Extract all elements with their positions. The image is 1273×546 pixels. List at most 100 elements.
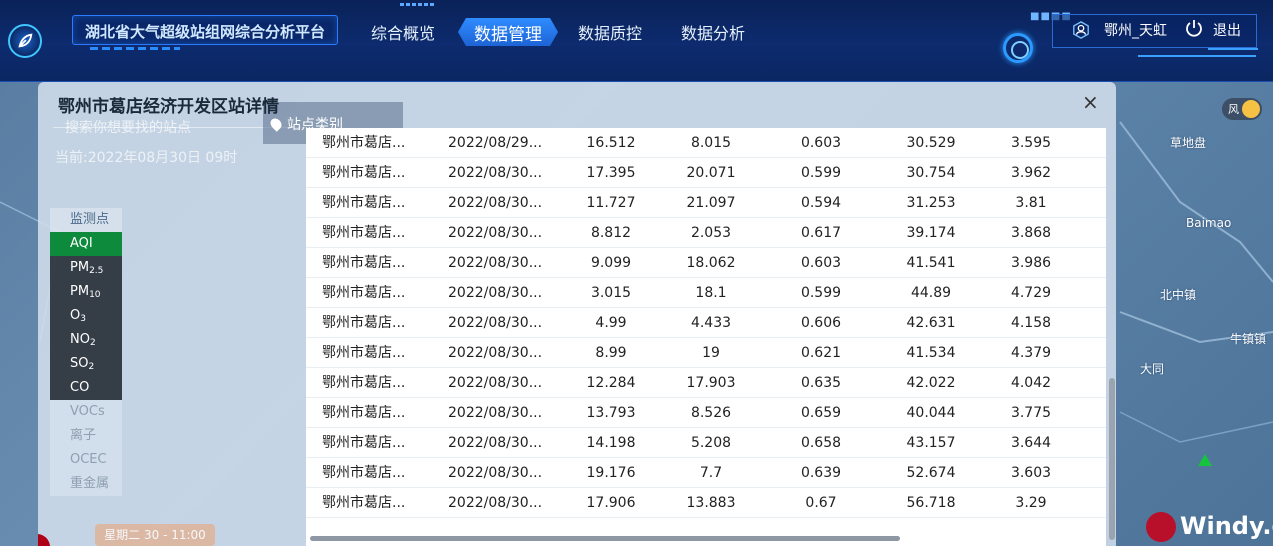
nav-data-management[interactable]: 数据管理	[458, 18, 558, 46]
close-icon[interactable]: ×	[1082, 92, 1099, 112]
current-time: 当前:2022年08月30日 09时	[55, 150, 238, 166]
table-cell: 2022/08/29...	[448, 135, 543, 151]
table-cell: 14.198	[586, 435, 636, 451]
table-cell: 鄂州市葛店...	[322, 495, 406, 511]
table-cell: 2022/08/30...	[448, 405, 543, 421]
table-row[interactable]: 鄂州市葛店... 2022/08/30... 19.176 7.7 0.639 52.67…	[306, 458, 1106, 488]
top-header: 湖北省大气超级站组网综合分析平台 综合概览 数据管理 数据质控 数据分析 ■■■…	[0, 0, 1273, 82]
table-row[interactable]: 鄂州市葛店... 2022/08/30... 12.284 17.903 0.635 42…	[306, 368, 1106, 398]
table-cell: 2022/08/30...	[448, 375, 543, 391]
table-cell: 13.793	[586, 405, 636, 421]
table-cell: 0.606	[800, 315, 842, 331]
table-row[interactable]: 鄂州市葛店... 2022/08/30... 17.906 13.883 0.67 56.…	[306, 488, 1106, 518]
table-cell: 2022/08/30...	[448, 255, 543, 271]
location-pin-icon	[268, 116, 284, 132]
table-cell: 3.986	[1010, 255, 1052, 271]
table-cell: 7.7	[699, 465, 723, 481]
logout-button[interactable]: 退出	[1213, 20, 1241, 40]
table-row[interactable]: 鄂州市葛店... 2022/08/30... 17.395 20.071 0.599 30…	[306, 158, 1106, 188]
legend-item-so2[interactable]: SO2	[50, 352, 122, 376]
table-cell: 19.176	[586, 465, 636, 481]
table-cell: 40.044	[906, 405, 956, 421]
legend-item-no2[interactable]: NO2	[50, 328, 122, 352]
table-cell: 31.253	[906, 195, 956, 211]
table-row[interactable]: 鄂州市葛店... 2022/08/30... 11.727 21.097 0.594 31…	[306, 188, 1106, 218]
table-cell: 20.071	[686, 165, 736, 181]
map-label: 草地盘	[1170, 136, 1207, 150]
table-row[interactable]: 鄂州市葛店... 2022/08/30... 8.99 19 0.621 41.534 4.…	[306, 338, 1106, 368]
table-cell: 鄂州市葛店...	[322, 135, 406, 151]
table-row[interactable]: 鄂州市葛店... 2022/08/30... 14.198 5.208 0.658 43.…	[306, 428, 1106, 458]
table-cell: 8.526	[690, 405, 732, 421]
map-label: 北中镇	[1160, 288, 1197, 302]
table-cell: 3.775	[1010, 405, 1052, 421]
table-cell: 鄂州市葛店...	[322, 465, 406, 481]
table-cell: 鄂州市葛店...	[322, 435, 406, 451]
table-cell: 2022/08/30...	[448, 285, 543, 301]
table-cell: 8.015	[690, 135, 732, 151]
table-cell: 2022/08/30...	[448, 345, 543, 361]
map-label: 大同	[1140, 362, 1165, 376]
table-cell: 44.89	[910, 285, 952, 301]
nav-data-qc[interactable]: 数据质控	[578, 20, 642, 46]
legend-item-heavy-metals[interactable]: 重金属	[50, 472, 122, 496]
table-row[interactable]: 鄂州市葛店... 2022/08/30... 4.99 4.433 0.606 42.63…	[306, 308, 1106, 338]
user-name[interactable]: 鄂州_天虹	[1104, 20, 1167, 40]
vertical-scrollbar[interactable]	[1109, 378, 1115, 540]
legend-item-aqi[interactable]: AQI	[50, 232, 122, 256]
nav-data-analysis[interactable]: 数据分析	[681, 20, 745, 46]
table-cell: 0.599	[800, 165, 842, 181]
ring-icon	[1003, 33, 1033, 63]
legend-item-ions[interactable]: 离子	[50, 424, 122, 448]
station-detail-modal: 搜索你想要找的站点 站点类别 当前:2022年08月30日 09时 监测点 AQ…	[38, 82, 1116, 546]
nav-overview[interactable]: 综合概览	[371, 20, 435, 46]
table-cell: 30.754	[906, 165, 956, 181]
table-cell: 3.868	[1010, 225, 1052, 241]
legend-item-co[interactable]: CO	[50, 376, 122, 400]
table-row[interactable]: 鄂州市葛店... 2022/08/30... 13.793 8.526 0.659 40.…	[306, 398, 1106, 428]
table-cell: 4.99	[595, 315, 627, 331]
header-underline-short	[1208, 48, 1258, 50]
horizontal-scrollbar[interactable]	[310, 536, 900, 541]
table-cell: 0.603	[800, 255, 842, 271]
app-title: 湖北省大气超级站组网综合分析平台	[85, 23, 326, 41]
table-row[interactable]: 鄂州市葛店... 2022/08/30... 3.015 18.1 0.599 44.89…	[306, 278, 1106, 308]
legend-item-pm10[interactable]: PM10	[50, 280, 122, 304]
table-cell: 0.639	[800, 465, 842, 481]
table-cell: 8.99	[595, 345, 627, 361]
legend-item-pm25[interactable]: PM2.5	[50, 256, 122, 280]
table-cell: 21.097	[686, 195, 736, 211]
table-row[interactable]: 鄂州市葛店... 2022/08/30... 9.099 18.062 0.603 41.…	[306, 248, 1106, 278]
legend-title: 监测点	[50, 208, 122, 232]
table-cell: 41.541	[906, 255, 956, 271]
sun-icon	[1242, 100, 1260, 118]
pollutant-legend: 监测点 AQI PM2.5 PM10 O3 NO2 SO2 CO VOCs 离子…	[50, 208, 122, 496]
table-cell: 2022/08/30...	[448, 195, 543, 211]
windy-brand: Windy.com	[1180, 512, 1273, 540]
table-cell: 2022/08/30...	[448, 495, 543, 511]
power-icon[interactable]	[1184, 18, 1204, 38]
wind-toggle[interactable]: 风	[1222, 98, 1262, 120]
play-button[interactable]	[38, 534, 50, 546]
table-cell: 0.617	[800, 225, 842, 241]
table-cell: 19	[702, 345, 720, 361]
station-marker-icon[interactable]	[1198, 454, 1212, 466]
table-cell: 12.284	[586, 375, 636, 391]
table-cell: 0.599	[800, 285, 842, 301]
legend-item-vocs[interactable]: VOCs	[50, 400, 122, 424]
table-cell: 18.062	[686, 255, 736, 271]
table-row[interactable]: 鄂州市葛店... 2022/08/29... 16.512 8.015 0.603 30.…	[306, 128, 1106, 158]
user-icon[interactable]	[1072, 21, 1090, 39]
timeline-time[interactable]: 星期二 30 - 11:00	[95, 524, 215, 546]
table-cell: 鄂州市葛店...	[322, 195, 406, 211]
table-cell: 2022/08/30...	[448, 315, 543, 331]
map-label: 牛镇镇	[1230, 332, 1267, 346]
table-row[interactable]: 鄂州市葛店... 2022/08/30... 8.812 2.053 0.617 39.1…	[306, 218, 1106, 248]
table-cell: 43.157	[906, 435, 956, 451]
table-cell: 鄂州市葛店...	[322, 315, 406, 331]
table-cell: 41.534	[906, 345, 956, 361]
legend-item-o3[interactable]: O3	[50, 304, 122, 328]
legend-item-ocec[interactable]: OCEC	[50, 448, 122, 472]
table-cell: 52.674	[906, 465, 956, 481]
table-cell: 2022/08/30...	[448, 435, 543, 451]
